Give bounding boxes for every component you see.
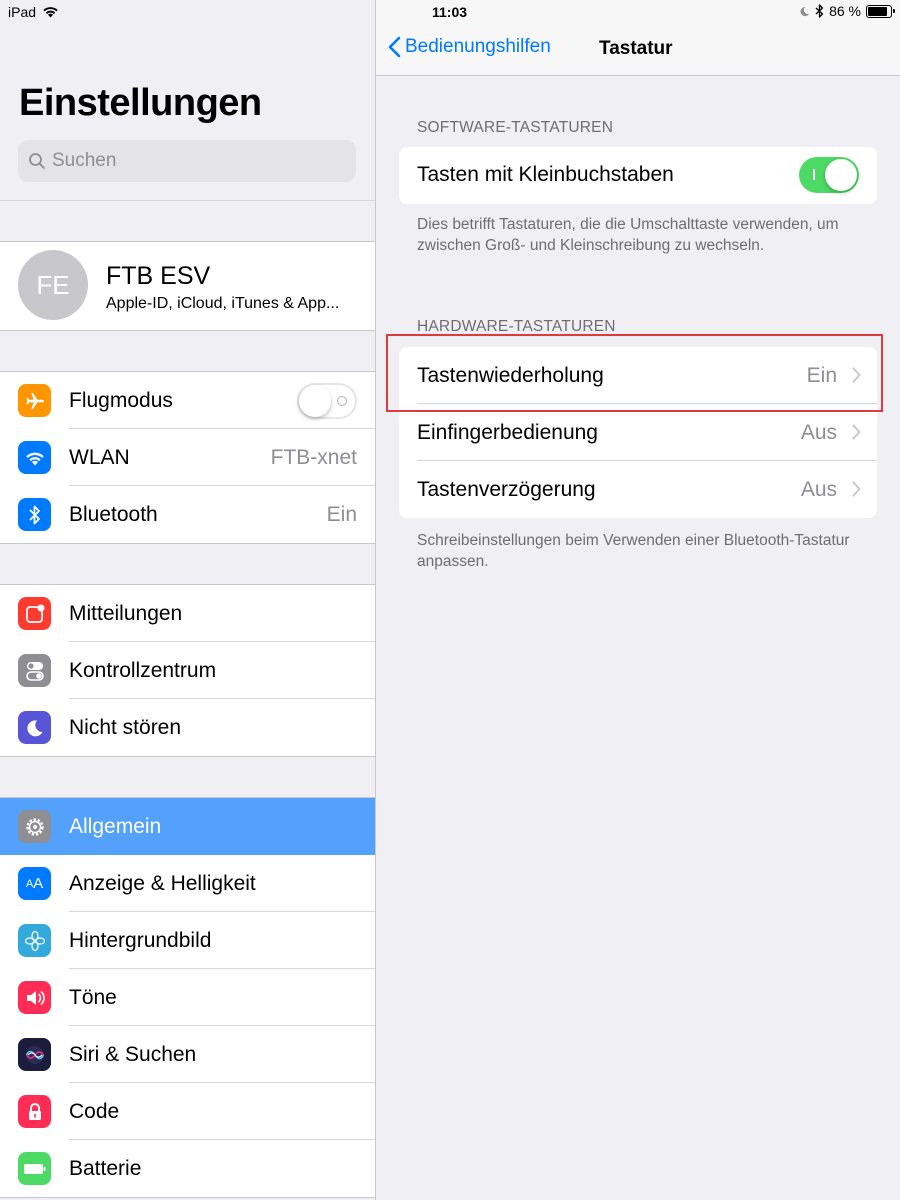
notifications-icon bbox=[18, 597, 51, 630]
sidebar-item-mitteilungen[interactable]: Mitteilungen bbox=[0, 585, 375, 642]
bluetooth-status-icon bbox=[815, 4, 824, 18]
sidebar-item-label: Code bbox=[69, 1099, 120, 1123]
sidebar-item-label: Mitteilungen bbox=[69, 601, 183, 625]
status-bar-right: 86 % bbox=[799, 3, 895, 19]
sidebar-item-batterie[interactable]: Batterie bbox=[0, 1140, 375, 1197]
sidebar-item-kontrollzentrum[interactable]: Kontrollzentrum bbox=[0, 642, 375, 699]
control-center-icon bbox=[18, 654, 51, 687]
lowercase-label: Tasten mit Kleinbuchstaben bbox=[417, 163, 674, 186]
display-icon: AA bbox=[18, 867, 51, 900]
tastenverzoegerung-row[interactable]: Tastenverzögerung Aus bbox=[399, 461, 877, 518]
bluetooth-value: Ein bbox=[326, 502, 357, 526]
gear-icon bbox=[18, 810, 51, 843]
nav-title: Tastatur bbox=[599, 38, 673, 59]
sidebar-item-hintergrundbild[interactable]: Hintergrundbild bbox=[0, 912, 375, 969]
sidebar-item-label: Siri & Suchen bbox=[69, 1042, 197, 1066]
bluetooth-icon bbox=[18, 498, 51, 531]
row-value: Aus bbox=[800, 478, 837, 501]
sidebar-item-bluetooth[interactable]: Bluetooth Ein bbox=[0, 486, 375, 543]
moon-icon bbox=[18, 711, 51, 744]
sidebar-item-toene[interactable]: Töne bbox=[0, 969, 375, 1026]
profile-subtitle: Apple-ID, iCloud, iTunes & App... bbox=[106, 295, 340, 312]
sidebar-item-nicht-stoeren[interactable]: Nicht stören bbox=[0, 699, 375, 756]
sidebar-item-label: Nicht stören bbox=[69, 715, 182, 739]
row-label: Tastenverzögerung bbox=[417, 478, 596, 501]
sound-icon bbox=[18, 981, 51, 1014]
sidebar-item-anzeige[interactable]: AA Anzeige & Helligkeit bbox=[0, 855, 375, 912]
sidebar-item-wlan[interactable]: WLAN FTB-xnet bbox=[0, 429, 375, 486]
status-time: 11:03 bbox=[432, 4, 468, 20]
lock-icon bbox=[18, 1095, 51, 1128]
chevron-right-icon bbox=[852, 424, 861, 440]
sidebar-item-label: Töne bbox=[69, 985, 117, 1009]
search-divider bbox=[0, 200, 375, 201]
moon-status-icon bbox=[800, 6, 810, 16]
sidebar-item-siri[interactable]: Siri & Suchen bbox=[0, 1026, 375, 1083]
wifi-status-icon bbox=[43, 7, 58, 18]
battery-icon bbox=[18, 1152, 51, 1185]
software-section-header: SOFTWARE-TASTATUREN bbox=[417, 119, 614, 136]
search-input[interactable]: Suchen bbox=[18, 140, 356, 182]
sidebar-item-label: WLAN bbox=[69, 445, 130, 469]
hardware-footnote: Schreibeinstellungen beim Verwenden eine… bbox=[417, 532, 850, 570]
back-button[interactable]: Bedienungshilfen bbox=[388, 36, 551, 58]
software-footnote: Dies betrifft Tastaturen, die die Umscha… bbox=[417, 216, 839, 254]
battery-status-icon bbox=[866, 4, 895, 18]
wifi-icon bbox=[18, 441, 51, 474]
profile-name: FTB ESV bbox=[106, 262, 211, 290]
general-group: Allgemein AA Anzeige & Helligkeit Hinter… bbox=[0, 797, 375, 1198]
avatar: FE bbox=[18, 250, 88, 320]
detail-pane: 11:03 86 % Bedienungshilfen Tastatur SOF… bbox=[376, 0, 900, 1200]
notifications-group: Mitteilungen Kontrollzentrum Nicht störe… bbox=[0, 584, 375, 757]
wlan-value: FTB-xnet bbox=[270, 445, 357, 469]
page-title: Einstellungen bbox=[19, 82, 262, 124]
flugmodus-toggle[interactable] bbox=[297, 383, 357, 419]
sidebar-item-label: Kontrollzentrum bbox=[69, 658, 217, 682]
device-label: iPad bbox=[8, 4, 37, 20]
chevron-right-icon bbox=[852, 481, 861, 497]
sidebar-item-label: Batterie bbox=[69, 1156, 142, 1180]
search-icon bbox=[29, 153, 45, 169]
row-label: Einfingerbedienung bbox=[417, 421, 598, 444]
siri-icon bbox=[18, 1038, 51, 1071]
sidebar-item-label: Flugmodus bbox=[69, 388, 173, 412]
sidebar-item-code[interactable]: Code bbox=[0, 1083, 375, 1140]
row-value: Aus bbox=[800, 421, 837, 444]
connectivity-group: Flugmodus WLAN FTB-xnet Bluetooth Ein bbox=[0, 371, 375, 544]
highlight-box bbox=[386, 334, 883, 412]
sidebar-item-allgemein[interactable]: Allgemein bbox=[0, 798, 375, 855]
battery-percent: 86 % bbox=[829, 3, 861, 19]
software-card: Tasten mit Kleinbuchstaben bbox=[399, 147, 877, 204]
navigation-bar: 11:03 86 % Bedienungshilfen Tastatur bbox=[376, 0, 900, 76]
sidebar-item-label: Bluetooth bbox=[69, 502, 158, 526]
sidebar-item-label: Anzeige & Helligkeit bbox=[69, 871, 256, 895]
wallpaper-icon bbox=[18, 924, 51, 957]
back-label: Bedienungshilfen bbox=[405, 36, 551, 57]
profile-row[interactable]: FE FTB ESV Apple-ID, iCloud, iTunes & Ap… bbox=[0, 241, 375, 331]
sidebar-item-label: Hintergrundbild bbox=[69, 928, 212, 952]
airplane-icon bbox=[18, 384, 51, 417]
search-placeholder: Suchen bbox=[52, 150, 117, 171]
chevron-left-icon bbox=[388, 36, 401, 58]
sidebar-item-flugmodus[interactable]: Flugmodus bbox=[0, 372, 375, 429]
lowercase-row: Tasten mit Kleinbuchstaben bbox=[399, 147, 877, 204]
einfingerbedienung-row[interactable]: Einfingerbedienung Aus bbox=[399, 404, 877, 461]
status-bar-left: iPad bbox=[8, 4, 59, 20]
sidebar: iPad Einstellungen Suchen FE FTB ESV App… bbox=[0, 0, 375, 1200]
sidebar-item-label: Allgemein bbox=[69, 814, 162, 838]
lowercase-toggle[interactable] bbox=[799, 157, 859, 193]
